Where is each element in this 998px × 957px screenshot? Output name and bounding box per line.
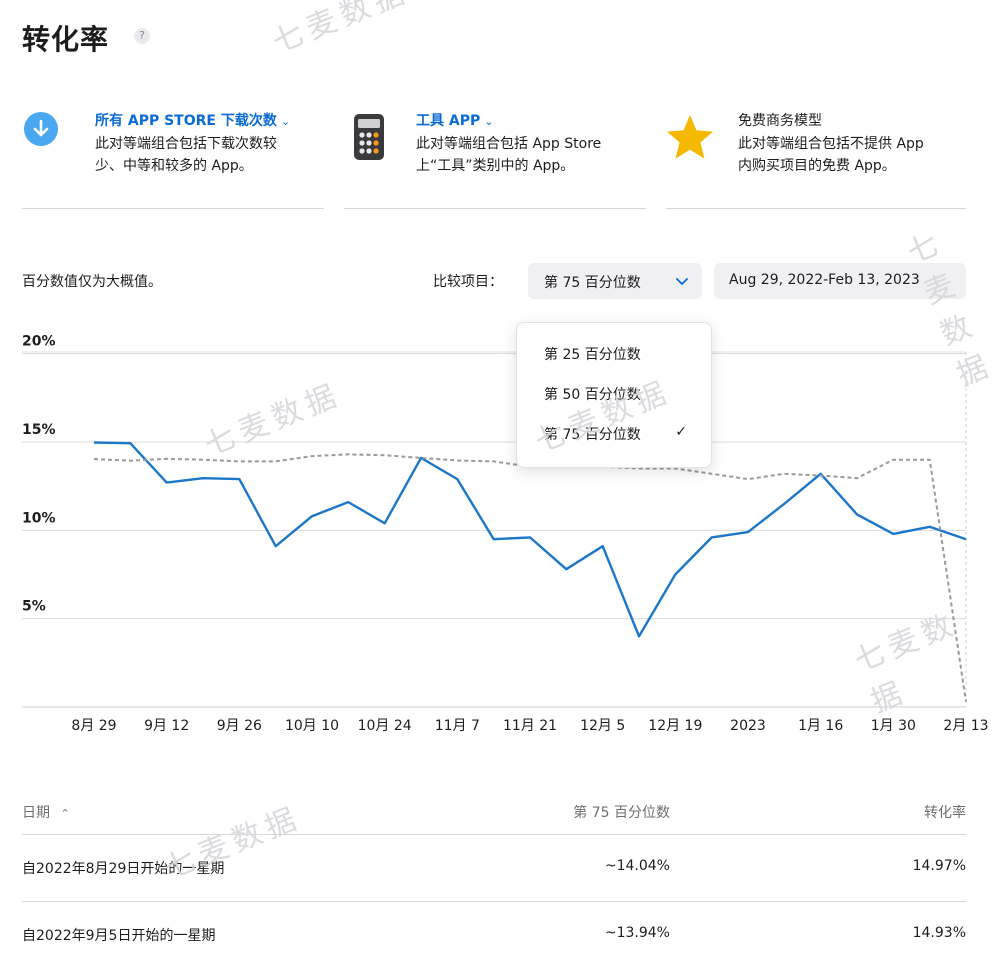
star-icon xyxy=(667,115,713,159)
series-line-conversion xyxy=(93,441,967,638)
filter-desc-line: 上“工具”类别中的 App。 xyxy=(416,158,575,174)
x-tick-label: 10月 24 xyxy=(358,718,412,734)
table-header-percentile: 第 75 百分位数 xyxy=(573,805,670,821)
divider xyxy=(22,208,324,209)
page-title: 转化率 xyxy=(22,23,110,56)
filter-title: 免费商务模型 xyxy=(738,113,822,129)
filter-title: 工具 APP xyxy=(416,113,481,129)
y-tick-label: 10% xyxy=(22,510,56,526)
table-row: 自2022年9月5日开始的一星期 ~13.94% 14.93% xyxy=(0,902,998,957)
x-tick-label: 12月 5 xyxy=(580,718,625,734)
table-row: 自2022年8月29日开始的一星期 ~14.04% 14.97% xyxy=(0,835,998,901)
dropdown-item-p25[interactable]: 第 25 百分位数 xyxy=(544,344,641,364)
check-icon: ✓ xyxy=(675,424,687,440)
calculator-icon xyxy=(354,114,384,160)
y-tick-label: 15% xyxy=(22,422,56,438)
x-tick-label: 2023 xyxy=(730,718,766,734)
table-cell-percentile: ~14.04% xyxy=(604,858,670,874)
filter-desc-line: 内购买项目的免费 App。 xyxy=(738,158,896,174)
filter-desc-line: 此对等端组合包括下载次数较 xyxy=(95,136,277,152)
filter-desc-line: 少、中等和较多的 App。 xyxy=(95,158,253,174)
table-header-conversion: 转化率 xyxy=(924,805,966,821)
table-header-date[interactable]: 日期 ⌃ xyxy=(22,802,70,822)
x-tick-label: 12月 19 xyxy=(648,718,702,734)
x-tick-label: 1月 30 xyxy=(871,718,916,734)
x-tick-label: 8月 29 xyxy=(71,718,116,734)
filter-desc-line: 此对等端组合包括 App Store xyxy=(416,136,602,152)
filter-desc-line: 此对等端组合包括不提供 App xyxy=(738,136,924,152)
percentile-select[interactable]: 第 75 百分位数 xyxy=(528,263,702,299)
filter-title: 所有 APP STORE 下载次数 xyxy=(95,113,277,129)
sort-up-icon: ⌃ xyxy=(60,807,70,820)
x-tick-label: 11月 7 xyxy=(435,718,480,734)
y-tick-label: 5% xyxy=(22,599,46,615)
download-circle-icon xyxy=(24,112,58,146)
x-tick-label: 9月 26 xyxy=(217,718,262,734)
chevron-down-icon: ⌄ xyxy=(280,115,291,128)
percentile-select-value: 第 75 百分位数 xyxy=(544,275,641,291)
table-cell-percentile: ~13.94% xyxy=(604,925,670,941)
x-tick-label: 1月 16 xyxy=(798,718,843,734)
compare-label: 比较项目： xyxy=(433,274,503,290)
table-cell-conversion: 14.97% xyxy=(912,858,966,874)
x-tick-label: 11月 21 xyxy=(503,718,557,734)
y-tick-label: 20% xyxy=(22,334,56,350)
chevron-down-icon xyxy=(676,278,688,286)
x-tick-label: 10月 10 xyxy=(285,718,339,734)
help-icon[interactable]: ? xyxy=(134,28,150,44)
table-header-label: 日期 xyxy=(22,805,50,821)
conversion-line-chart: 20% 15% 10% 5% 8月 29 9月 12 9月 26 10月 10 10月 24 11… xyxy=(22,334,989,734)
table-cell-conversion: 14.93% xyxy=(912,925,966,941)
x-tick-label: 9月 12 xyxy=(144,718,189,734)
table-cell-date: 自2022年9月5日开始的一星期 xyxy=(22,928,216,944)
date-range-value: Aug 29, 2022-Feb 13, 2023 xyxy=(729,272,920,288)
approx-note: 百分数值仅为大概值。 xyxy=(22,274,162,290)
chevron-down-icon: ⌄ xyxy=(484,115,494,128)
watermark: 七麦数据 xyxy=(267,0,415,61)
x-tick-label: 2月 13 xyxy=(943,718,988,734)
divider xyxy=(344,208,646,209)
divider xyxy=(666,208,966,209)
